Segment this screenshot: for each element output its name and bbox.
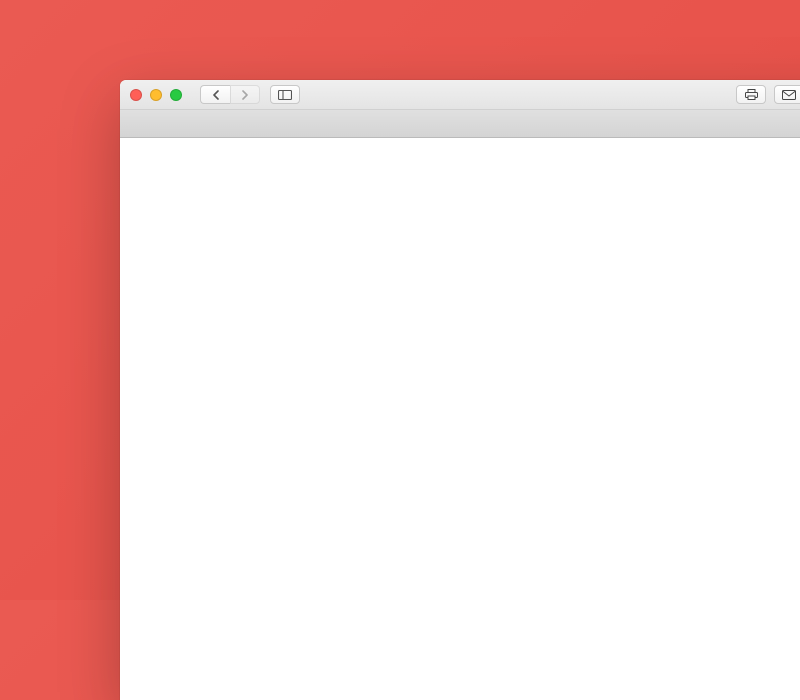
traffic-lights bbox=[130, 89, 182, 101]
tab-bar bbox=[120, 110, 800, 138]
chevron-left-icon bbox=[212, 90, 220, 100]
window-titlebar bbox=[120, 80, 800, 110]
print-icon bbox=[745, 89, 758, 100]
forward-button[interactable] bbox=[230, 85, 260, 104]
sidebar-toggle-button[interactable] bbox=[270, 85, 300, 104]
back-button[interactable] bbox=[200, 85, 230, 104]
print-button[interactable] bbox=[736, 85, 766, 104]
browser-window bbox=[120, 80, 800, 700]
maximize-button[interactable] bbox=[170, 89, 182, 101]
minimize-button[interactable] bbox=[150, 89, 162, 101]
close-button[interactable] bbox=[130, 89, 142, 101]
chevron-right-icon bbox=[241, 90, 249, 100]
navigation-group bbox=[200, 85, 260, 104]
toolbar-right bbox=[736, 85, 800, 104]
mail-button[interactable] bbox=[774, 85, 800, 104]
page-content bbox=[120, 138, 800, 698]
mail-icon bbox=[782, 90, 796, 100]
sidebar-icon bbox=[278, 90, 292, 100]
